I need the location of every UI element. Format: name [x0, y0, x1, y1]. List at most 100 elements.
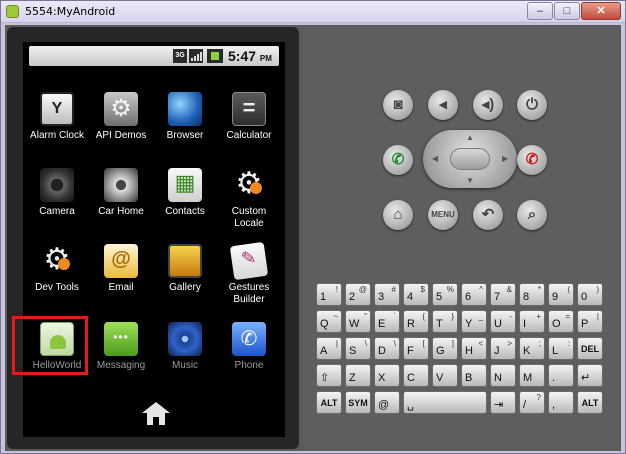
key-a[interactable]: A | — [316, 337, 342, 360]
close-button[interactable]: ✕ — [581, 2, 621, 20]
minimize-button[interactable]: – — [527, 2, 553, 20]
key-d[interactable]: D \ — [374, 337, 400, 360]
email-icon — [104, 244, 138, 278]
dpad-up-icon[interactable]: ▲ — [466, 133, 474, 142]
dpad-center-button[interactable] — [450, 148, 490, 170]
key-sym[interactable]: SYM — [345, 391, 371, 414]
key-y[interactable]: Y _ — [461, 310, 487, 333]
dpad-down-icon[interactable]: ▼ — [466, 176, 474, 185]
key-m[interactable]: M — [519, 364, 545, 387]
home-key-icon[interactable]: ⌂ — [383, 200, 413, 230]
app-alarm-clock[interactable]: Alarm Clock — [25, 92, 89, 142]
dpad-left-icon[interactable]: ◀ — [432, 154, 438, 163]
key-6[interactable]: 6 ^ — [461, 283, 487, 306]
key-3[interactable]: 3 # — [374, 283, 400, 306]
key-v[interactable]: V — [432, 364, 458, 387]
key-u[interactable]: U- — [490, 310, 516, 333]
back-icon[interactable]: ↶ — [473, 200, 503, 230]
key-main-label: W — [349, 318, 360, 330]
key-j[interactable]: J > — [490, 337, 516, 360]
key-q[interactable]: Q ~ — [316, 310, 342, 333]
key-1[interactable]: 1! — [316, 283, 342, 306]
app-car-home[interactable]: Car Home — [89, 168, 153, 218]
key-h[interactable]: H < — [461, 337, 487, 360]
key-f[interactable]: F[ — [403, 337, 429, 360]
device-screen[interactable]: 3G 5:47 PM Alarm Clock API Demos — [23, 42, 285, 437]
key-↵[interactable]: ↵ — [577, 364, 603, 387]
key-2[interactable]: 2 @ — [345, 283, 371, 306]
dpad-right-icon[interactable]: ▶ — [502, 154, 508, 163]
camera-button-icon[interactable]: ◙ — [383, 90, 413, 120]
key-n[interactable]: N — [490, 364, 516, 387]
key-s[interactable]: S \ — [345, 337, 371, 360]
key-⇥[interactable]: ⇥ — [490, 391, 516, 414]
key-p[interactable]: P | — [577, 310, 603, 333]
app-dev-tools[interactable]: Dev Tools — [25, 242, 89, 294]
volume-up-icon[interactable]: ◂) — [473, 90, 503, 120]
app-label: Music — [171, 360, 199, 371]
call-icon[interactable]: ✆ — [383, 145, 413, 175]
key-alt-label: _ — [478, 312, 483, 321]
key-k[interactable]: K; — [519, 337, 545, 360]
key-alt[interactable]: ALT — [316, 391, 342, 414]
key-/[interactable]: /? — [519, 391, 545, 414]
power-icon[interactable]: ⏻ — [517, 90, 547, 120]
app-gestures-builder[interactable]: Gestures Builder — [217, 241, 281, 306]
key-i[interactable]: I + — [519, 310, 545, 333]
key-@[interactable]: @ — [374, 391, 400, 414]
key-c[interactable]: C — [403, 364, 429, 387]
key-o[interactable]: O = — [548, 310, 574, 333]
key-main-label: Z — [349, 372, 356, 384]
key-⇧[interactable]: ⇧ — [316, 364, 342, 387]
key-9[interactable]: 9( — [548, 283, 574, 306]
status-bar[interactable]: 3G 5:47 PM — [29, 46, 279, 66]
key-main-label: P — [581, 318, 589, 330]
volume-down-icon[interactable]: ◂ — [428, 90, 458, 120]
key-x[interactable]: X — [374, 364, 400, 387]
key-t[interactable]: T} — [432, 310, 458, 333]
app-camera[interactable]: Camera — [25, 168, 89, 218]
app-contacts[interactable]: Contacts — [153, 168, 217, 218]
app-gallery[interactable]: Gallery — [153, 244, 217, 294]
key-alt[interactable]: ALT — [577, 391, 603, 414]
menu-button[interactable]: MENU — [428, 200, 458, 230]
key-8[interactable]: 8 * — [519, 283, 545, 306]
end-call-icon[interactable]: ✆ — [517, 145, 547, 175]
key-main-label: @ — [378, 399, 390, 411]
app-browser[interactable]: Browser — [153, 92, 217, 142]
search-icon[interactable]: ⌕ — [517, 200, 547, 230]
network-3g-icon: 3G — [173, 49, 187, 63]
app-custom-locale[interactable]: Custom Locale — [217, 166, 281, 230]
key-b[interactable]: B — [461, 364, 487, 387]
app-phone[interactable]: Phone — [217, 322, 281, 372]
dpad[interactable]: ▲ ▼ ◀ ▶ — [423, 130, 517, 188]
title-bar[interactable]: 5554:MyAndroid – □ ✕ — [1, 1, 625, 23]
key-alt-label: $ — [420, 285, 425, 294]
app-calculator[interactable]: Calculator — [217, 92, 281, 142]
key-,[interactable]: , — [548, 391, 574, 414]
key-e[interactable]: E ` — [374, 310, 400, 333]
app-messaging[interactable]: Messaging — [89, 322, 153, 372]
key-g[interactable]: G] — [432, 337, 458, 360]
key-z[interactable]: Z — [345, 364, 371, 387]
emulator-body: 3G 5:47 PM Alarm Clock API Demos — [5, 25, 621, 451]
key-.[interactable]: . — [548, 364, 574, 387]
home-icon[interactable] — [142, 402, 170, 426]
key-4[interactable]: 4 $ — [403, 283, 429, 306]
app-api-demos[interactable]: API Demos — [89, 92, 153, 142]
gallery-icon — [168, 244, 202, 278]
key-del[interactable]: DEL — [577, 337, 603, 360]
key-l[interactable]: L: — [548, 337, 574, 360]
key-w[interactable]: W " — [345, 310, 371, 333]
app-music[interactable]: Music — [153, 322, 217, 372]
key-space[interactable]: ␣ — [403, 391, 487, 414]
custom-locale-icon — [232, 166, 266, 202]
maximize-button[interactable]: □ — [554, 2, 580, 20]
key-5[interactable]: 5% — [432, 283, 458, 306]
key-0[interactable]: 0) — [577, 283, 603, 306]
app-email[interactable]: Email — [89, 244, 153, 294]
key-alt-label: = — [565, 312, 570, 321]
key-r[interactable]: R{ — [403, 310, 429, 333]
key-7[interactable]: 7 & — [490, 283, 516, 306]
key-alt-label: ^ — [479, 285, 483, 294]
